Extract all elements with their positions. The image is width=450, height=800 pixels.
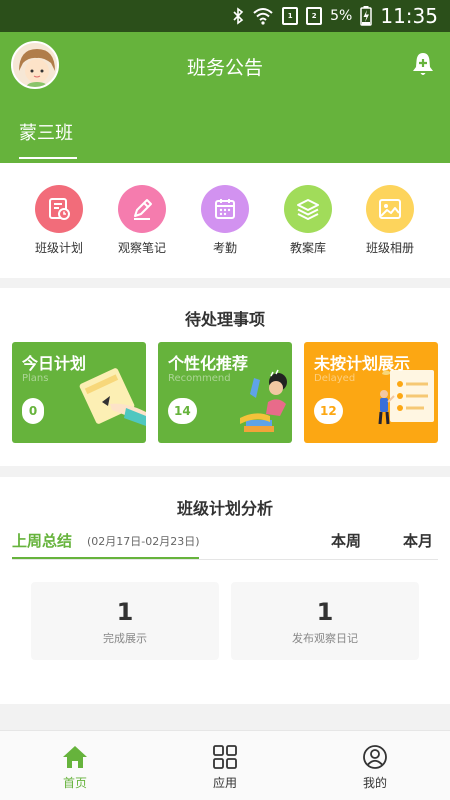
quick-item-observation-notes[interactable]: 观察笔记 (107, 185, 177, 256)
nav-item-profile[interactable]: 我的 (345, 743, 405, 791)
class-tab[interactable]: 蒙三班 (19, 119, 73, 145)
pending-card-recommend[interactable]: 个性化推荐 Recommend 14 (158, 342, 292, 443)
nav-item-apps[interactable]: 应用 (195, 743, 255, 791)
nav-item-home[interactable]: 首页 (45, 743, 105, 791)
quick-item-lesson-library[interactable]: 教案库 (273, 185, 343, 256)
pending-card-count: 14 (168, 398, 197, 424)
reading-illustration (230, 364, 292, 443)
pending-card-title: 个性化推荐 (168, 354, 249, 373)
layers-icon (284, 185, 332, 233)
home-icon (45, 743, 105, 771)
pending-title: 待处理事项 (184, 310, 265, 329)
notification-bell-button[interactable] (408, 50, 438, 80)
tab-this-month[interactable]: 本月 (403, 530, 433, 551)
page-title: 班务公告 (186, 57, 263, 79)
tab-divider (12, 559, 438, 560)
pending-section: 待处理事项 今日计划 Plans 0 个性化推荐 Recommend 14 未按… (0, 288, 450, 466)
stat-card-completed-display[interactable]: 1 完成展示 (31, 582, 219, 660)
sim2-icon: 2 (306, 7, 323, 25)
stat-value: 1 (116, 598, 134, 626)
sim1-icon: 1 (282, 7, 299, 25)
pending-card-title: 今日计划 (22, 354, 87, 373)
date-range-label: (02月17日-02月23日) (87, 535, 200, 548)
class-tab-indicator (19, 157, 77, 159)
tab-last-week[interactable]: 上周总结 (12, 530, 72, 551)
stat-value: 1 (316, 598, 334, 626)
stat-label: 完成展示 (103, 632, 147, 645)
status-time: 11:35 (380, 4, 438, 28)
user-icon (345, 743, 405, 771)
pending-card-count: 12 (314, 398, 343, 424)
plan-illustration (76, 364, 146, 443)
quick-item-attendance[interactable]: 考勤 (190, 185, 260, 256)
analysis-section: 班级计划分析 上周总结 (02月17日-02月23日) 本周 本月 1 完成展示… (0, 477, 450, 704)
app-header: 1 2 5% 11:35 班务公告 蒙三班 (0, 0, 450, 163)
quick-item-label: 教案库 (289, 241, 326, 255)
quick-item-class-plan[interactable]: 班级计划 (24, 185, 94, 256)
calendar-clock-icon (35, 185, 83, 233)
tab-this-week[interactable]: 本周 (331, 530, 361, 551)
stat-label: 发布观察日记 (292, 632, 358, 645)
pending-card-delayed[interactable]: 未按计划展示 Delayed 12 (304, 342, 438, 443)
grid-icon (195, 743, 255, 771)
quick-item-label: 班级相册 (365, 241, 414, 255)
quick-item-label: 考勤 (212, 241, 237, 255)
analysis-title: 班级计划分析 (176, 499, 273, 518)
nav-label: 首页 (62, 776, 87, 790)
pending-card-subtitle: Recommend (168, 373, 231, 384)
pencil-icon (118, 185, 166, 233)
pending-card-subtitle: Delayed (314, 373, 356, 384)
bell-add-icon (408, 53, 438, 84)
pending-card-count: 0 (22, 398, 44, 424)
battery-percent: 5% (330, 8, 353, 24)
nav-label: 我的 (362, 776, 387, 790)
pending-card-title: 未按计划展示 (314, 354, 411, 373)
pending-card-today-plan[interactable]: 今日计划 Plans 0 (12, 342, 146, 443)
quick-item-label: 班级计划 (34, 241, 83, 255)
bottom-nav: 首页 应用 我的 (0, 730, 450, 800)
nav-label: 应用 (212, 776, 237, 790)
bluetooth-icon (232, 7, 244, 25)
image-icon (366, 185, 414, 233)
pending-card-subtitle: Plans (22, 373, 49, 384)
quick-menu: 班级计划 观察笔记 考勤 教案库 班级相册 (0, 163, 450, 278)
calendar-icon (201, 185, 249, 233)
wifi-icon (252, 7, 274, 25)
status-bar: 1 2 5% 11:35 (0, 0, 450, 32)
quick-item-class-album[interactable]: 班级相册 (355, 185, 425, 256)
presentation-illustration (372, 364, 438, 443)
quick-item-label: 观察笔记 (117, 241, 166, 255)
stat-card-observation-diary[interactable]: 1 发布观察日记 (231, 582, 419, 660)
battery-charging-icon (360, 6, 373, 26)
